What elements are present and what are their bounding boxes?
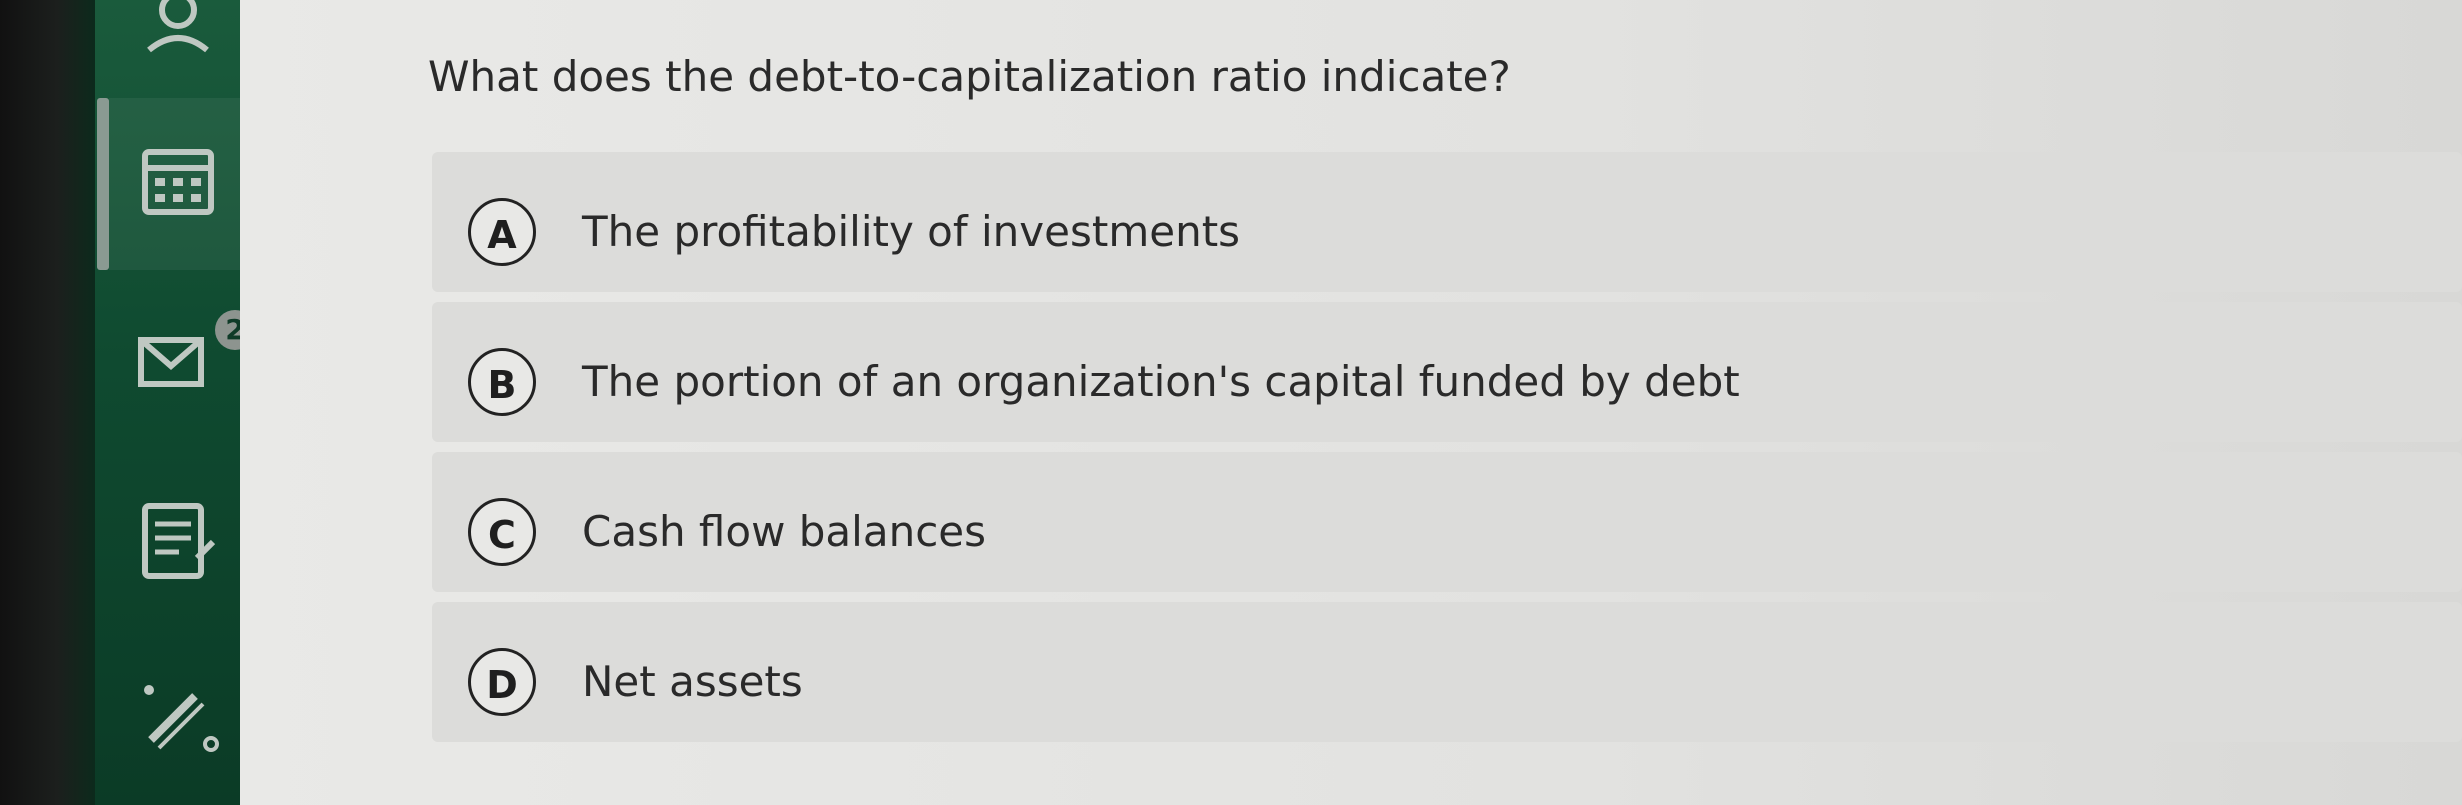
tools-icon[interactable] [135, 670, 221, 756]
calendar-icon[interactable] [135, 140, 221, 226]
option-letter-badge: C [468, 498, 536, 566]
tools-icon-glyph [144, 685, 219, 752]
notes-icon[interactable] [135, 498, 221, 584]
mail-icon[interactable]: 2 [135, 310, 255, 404]
option-text: Net assets [582, 657, 803, 706]
calendar-icon-glyph [142, 149, 214, 215]
active-indicator [97, 98, 109, 270]
mail-icon-glyph [138, 337, 204, 387]
screen-bezel [0, 0, 95, 805]
option-a[interactable]: A The profitability of investments [432, 152, 2462, 292]
option-letter-badge: A [468, 198, 536, 266]
option-text: The profitability of investments [582, 207, 1241, 256]
option-b[interactable]: B The portion of an organization's capit… [432, 302, 2462, 442]
option-text: The portion of an organization's capital… [582, 357, 1740, 406]
question-panel: What does the debt-to-capitalization rat… [240, 0, 2462, 805]
option-letter-badge: B [468, 348, 536, 416]
option-c[interactable]: C Cash flow balances [432, 452, 2462, 592]
user-icon-glyph [147, 0, 209, 53]
option-letter-badge: D [468, 648, 536, 716]
notes-icon-glyph [142, 503, 216, 579]
option-text: Cash flow balances [582, 507, 987, 556]
question-text: What does the debt-to-capitalization rat… [428, 52, 1511, 101]
option-d[interactable]: D Net assets [432, 602, 2462, 742]
answer-options: A The profitability of investments B The… [432, 152, 2462, 752]
sidebar: 2 [95, 0, 255, 805]
user-icon[interactable] [135, 0, 221, 56]
